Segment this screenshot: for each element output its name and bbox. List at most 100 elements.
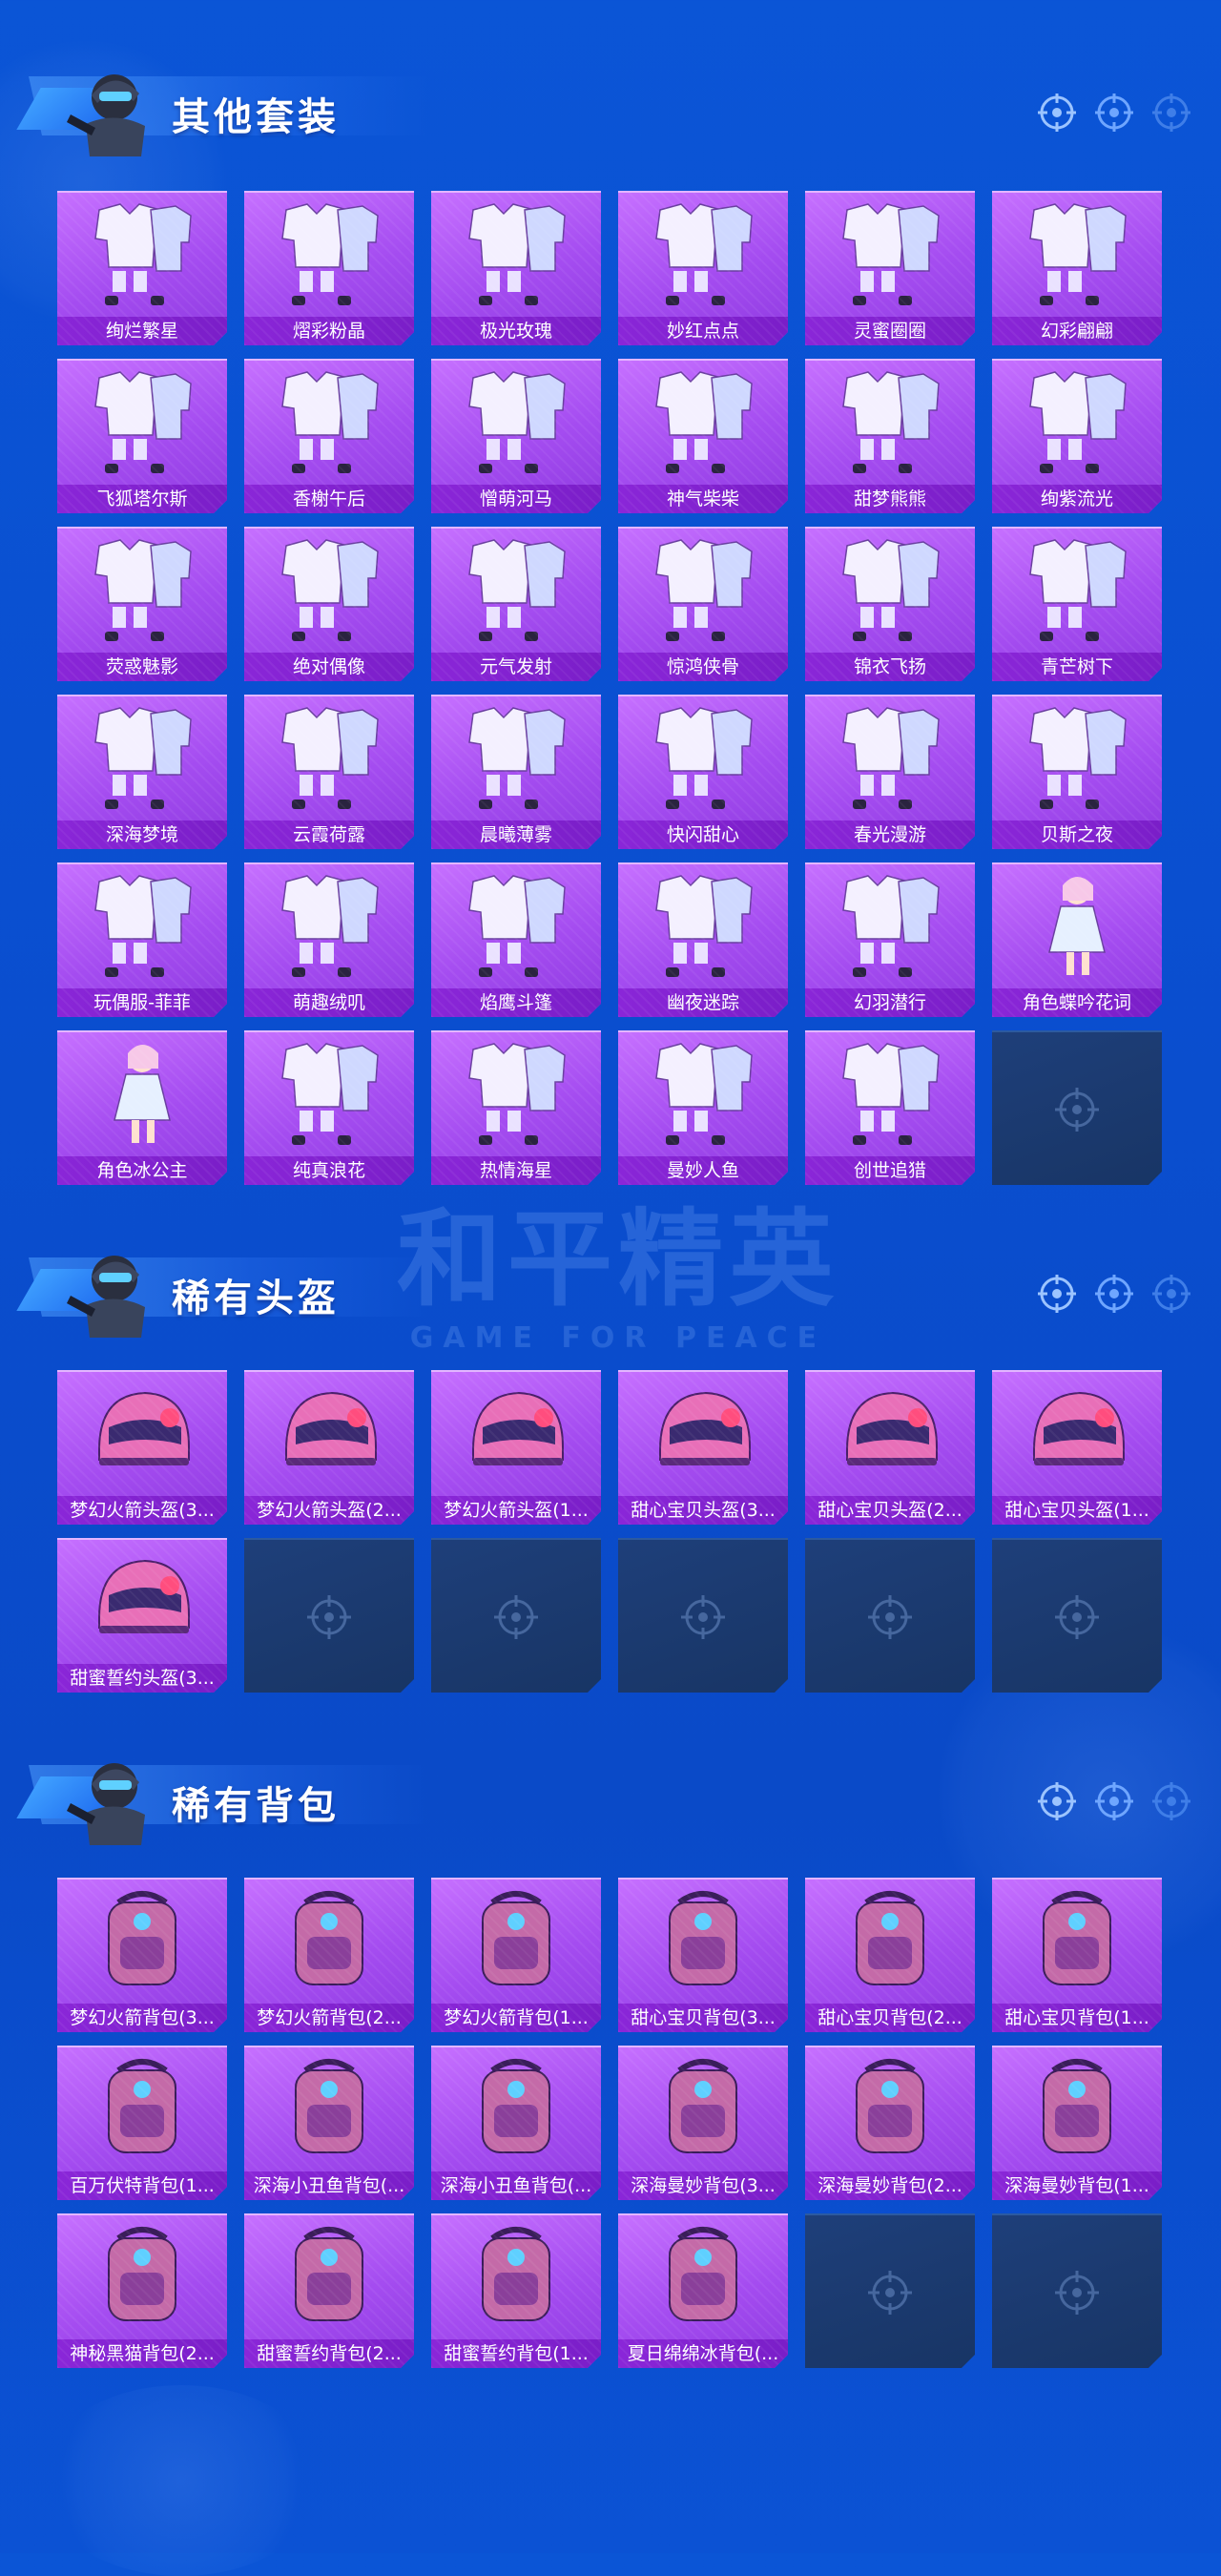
crosshair-icon — [866, 2269, 914, 2316]
item-card[interactable]: 梦幻火箭背包(1... — [431, 1878, 601, 2032]
item-card[interactable]: 甜心宝贝头盔(1... — [992, 1370, 1162, 1525]
item-name: 玩偶服-菲菲 — [57, 988, 227, 1017]
item-card[interactable]: 角色蝶吟花词 — [992, 862, 1162, 1017]
item-name: 极光玫瑰 — [431, 317, 601, 345]
helmet-icon — [71, 1548, 214, 1656]
item-card[interactable]: 荧惑魅影 — [57, 527, 227, 681]
item-name: 绝对偶像 — [244, 653, 414, 681]
item-name: 甜心宝贝头盔(3... — [618, 1496, 788, 1525]
item-card[interactable]: 甜蜜誓约背包(2... — [244, 2213, 414, 2368]
item-card[interactable]: 甜蜜誓约背包(1... — [431, 2213, 601, 2368]
item-card[interactable]: 深海小丑鱼背包(... — [244, 2046, 414, 2200]
item-card[interactable]: 元气发射 — [431, 527, 601, 681]
item-card[interactable]: 神气柴柴 — [618, 359, 788, 513]
item-card[interactable]: 梦幻火箭背包(2... — [244, 1878, 414, 2032]
item-card[interactable]: 甜心宝贝背包(2... — [805, 1878, 975, 2032]
item-card[interactable]: 云霞荷露 — [244, 695, 414, 849]
item-card[interactable]: 甜梦熊熊 — [805, 359, 975, 513]
item-card[interactable]: 深海曼妙背包(1... — [992, 2046, 1162, 2200]
item-card[interactable]: 角色冰公主 — [57, 1030, 227, 1185]
item-card[interactable]: 甜心宝贝背包(1... — [992, 1878, 1162, 2032]
item-card[interactable]: 飞狐塔尔斯 — [57, 359, 227, 513]
item-card[interactable]: 创世追猎 — [805, 1030, 975, 1185]
item-name: 贝斯之夜 — [992, 821, 1162, 849]
item-card[interactable]: 晨曦薄雾 — [431, 695, 601, 849]
crosshair-icon — [1036, 1780, 1078, 1822]
backpack-icon — [71, 1887, 214, 1996]
section-title: 稀有背包 — [172, 1784, 340, 1828]
section-header: 其他套装 — [0, 38, 1221, 156]
item-card[interactable]: 甜心宝贝背包(3... — [618, 1878, 788, 2032]
crosshair-icon — [679, 1593, 727, 1641]
item-card[interactable]: 梦幻火箭头盔(2... — [244, 1370, 414, 1525]
item-name: 熠彩粉晶 — [244, 317, 414, 345]
item-name: 晨曦薄雾 — [431, 821, 601, 849]
item-card[interactable]: 热情海星 — [431, 1030, 601, 1185]
item-card[interactable]: 贝斯之夜 — [992, 695, 1162, 849]
item-card[interactable]: 玩偶服-菲菲 — [57, 862, 227, 1017]
outfit-icon — [1005, 368, 1149, 477]
item-card[interactable]: 甜心宝贝头盔(3... — [618, 1370, 788, 1525]
item-card[interactable]: 憎萌河马 — [431, 359, 601, 513]
item-card[interactable]: 极光玫瑰 — [431, 191, 601, 345]
item-card[interactable]: 幻羽潜行 — [805, 862, 975, 1017]
item-name: 甜蜜誓约头盔(3... — [57, 1664, 227, 1693]
soldier-mascot-icon — [67, 1256, 145, 1338]
background-bubble — [38, 2385, 324, 2576]
item-card[interactable]: 绚紫流光 — [992, 359, 1162, 513]
item-card[interactable]: 纯真浪花 — [244, 1030, 414, 1185]
item-name: 深海曼妙背包(3... — [618, 2171, 788, 2200]
item-name: 梦幻火箭背包(1... — [431, 2004, 601, 2032]
outfit-icon — [818, 200, 962, 309]
item-card[interactable]: 深海曼妙背包(3... — [618, 2046, 788, 2200]
item-card[interactable]: 深海梦境 — [57, 695, 227, 849]
item-name: 梦幻火箭背包(2... — [244, 2004, 414, 2032]
item-card[interactable]: 幻彩翩翩 — [992, 191, 1162, 345]
outfit-icon — [71, 200, 214, 309]
item-card[interactable]: 香榭午后 — [244, 359, 414, 513]
outfit-icon — [818, 872, 962, 981]
item-card[interactable]: 夏日绵绵冰背包(... — [618, 2213, 788, 2368]
outfit-icon — [71, 704, 214, 813]
item-card[interactable]: 青芒树下 — [992, 527, 1162, 681]
item-card[interactable]: 神秘黑猫背包(2... — [57, 2213, 227, 2368]
item-card[interactable]: 幽夜迷踪 — [618, 862, 788, 1017]
item-card[interactable]: 百万伏特背包(1... — [57, 2046, 227, 2200]
item-card[interactable]: 梦幻火箭头盔(1... — [431, 1370, 601, 1525]
item-card[interactable]: 熠彩粉晶 — [244, 191, 414, 345]
backpack-icon — [818, 2055, 962, 2164]
item-name: 甜心宝贝背包(1... — [992, 2004, 1162, 2032]
item-card[interactable]: 绚烂繁星 — [57, 191, 227, 345]
outfit-icon — [71, 872, 214, 981]
item-card[interactable]: 锦衣飞扬 — [805, 527, 975, 681]
backpack-icon — [631, 2055, 775, 2164]
section-title: 稀有头盔 — [172, 1277, 340, 1320]
soldier-mascot-icon — [67, 74, 145, 156]
item-card[interactable]: 灵蜜圈圈 — [805, 191, 975, 345]
item-card[interactable]: 萌趣绒叽 — [244, 862, 414, 1017]
item-grid: 梦幻火箭头盔(3... 梦幻火箭头盔(2... 梦幻火箭头盔(1... 甜心宝贝头盔(… — [57, 1370, 1162, 1693]
outfit-icon — [258, 200, 401, 309]
item-card[interactable]: 甜心宝贝头盔(2... — [805, 1370, 975, 1525]
outfit-icon — [818, 1040, 962, 1149]
item-card[interactable]: 曼妙人鱼 — [618, 1030, 788, 1185]
item-card[interactable]: 春光漫游 — [805, 695, 975, 849]
outfit-icon — [631, 368, 775, 477]
item-card[interactable]: 惊鸿侠骨 — [618, 527, 788, 681]
backpack-icon — [631, 2223, 775, 2332]
empty-slot — [992, 1538, 1162, 1693]
item-card[interactable]: 深海曼妙背包(2... — [805, 2046, 975, 2200]
item-name: 曼妙人鱼 — [618, 1156, 788, 1185]
outfit-icon — [445, 704, 588, 813]
item-card[interactable]: 甜蜜誓约头盔(3... — [57, 1538, 227, 1693]
item-card[interactable]: 绝对偶像 — [244, 527, 414, 681]
item-card[interactable]: 梦幻火箭背包(3... — [57, 1878, 227, 2032]
item-card[interactable]: 焰鹰斗篷 — [431, 862, 601, 1017]
backpack-icon — [258, 1887, 401, 1996]
item-card[interactable]: 快闪甜心 — [618, 695, 788, 849]
item-name: 云霞荷露 — [244, 821, 414, 849]
item-card[interactable]: 妙红点点 — [618, 191, 788, 345]
crosshair-icon — [1150, 1273, 1192, 1315]
item-card[interactable]: 深海小丑鱼背包(... — [431, 2046, 601, 2200]
item-card[interactable]: 梦幻火箭头盔(3... — [57, 1370, 227, 1525]
